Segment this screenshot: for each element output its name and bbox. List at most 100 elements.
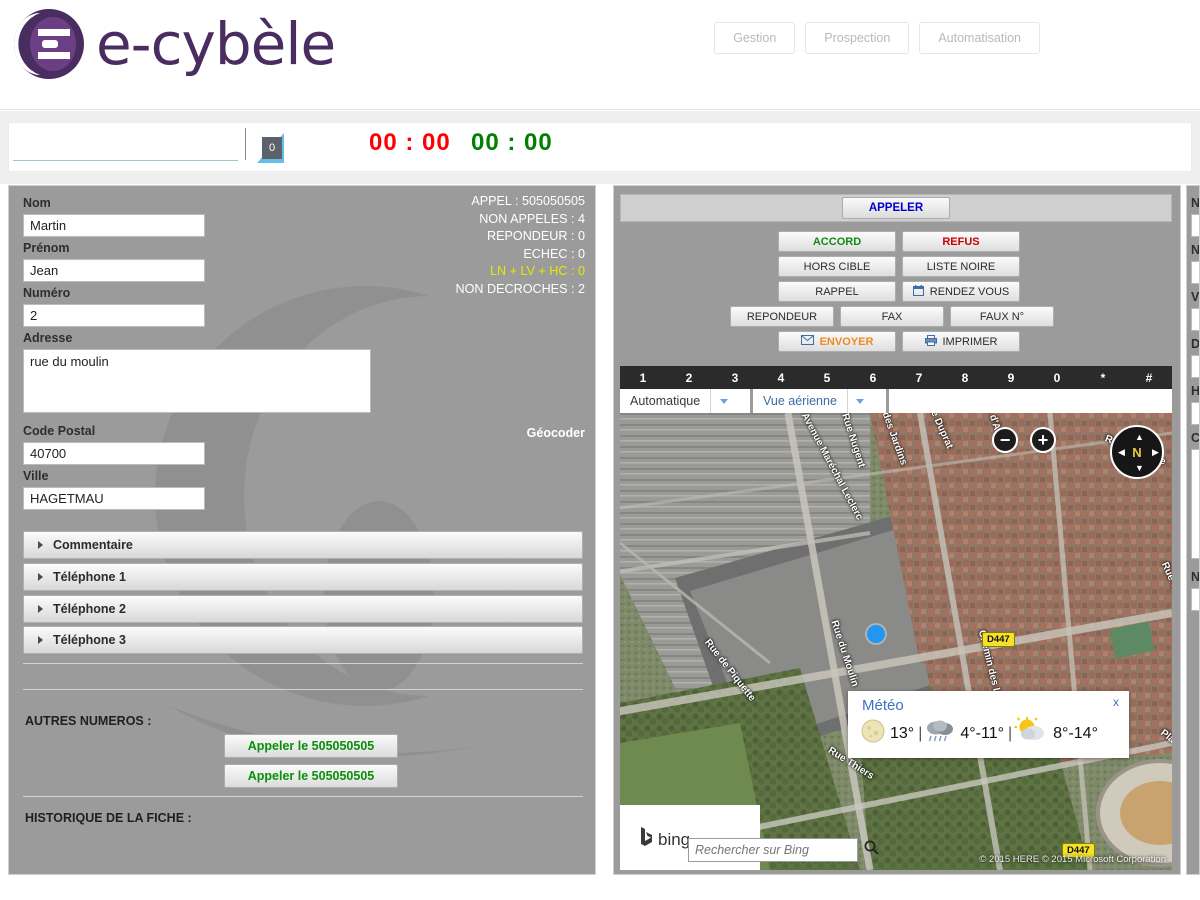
input-nom[interactable] [23, 214, 205, 237]
appeler-button[interactable]: APPELER [842, 197, 950, 219]
weather-separator: | [1008, 724, 1013, 742]
watermark-logo [129, 266, 549, 766]
road-shield: D447 [982, 632, 1015, 647]
far-input-3[interactable] [1191, 308, 1199, 331]
brand-name: e-cybèle [96, 10, 336, 78]
far-input-7[interactable] [1191, 588, 1199, 611]
dialpad-key-5[interactable]: 5 [804, 366, 850, 389]
divider [23, 796, 583, 797]
action-liste-noire[interactable]: LISTE NOIRE [902, 256, 1020, 277]
stat-line: NON DECROCHES : 2 [455, 281, 585, 296]
call-actions-panel: APPELER ACCORD REFUS HORS CIBLE LISTE NO… [613, 185, 1181, 875]
historique-title: HISTORIQUE DE LA FICHE : [25, 811, 192, 825]
dialpad: 1 2 3 4 5 6 7 8 9 0 * # [620, 366, 1172, 389]
chevron-down-icon [846, 389, 873, 413]
timer-green: 00 : 00 [471, 129, 553, 156]
action-refus[interactable]: REFUS [902, 231, 1020, 252]
bing-search-input[interactable] [689, 843, 864, 857]
compass-up-arrow-icon[interactable]: ▲ [1135, 432, 1144, 442]
dialpad-key-star[interactable]: * [1080, 366, 1126, 389]
bing-search-box[interactable] [688, 838, 879, 862]
dialpad-key-2[interactable]: 2 [666, 366, 712, 389]
action-accord[interactable]: ACCORD [778, 231, 896, 252]
chevron-right-icon [38, 541, 43, 549]
action-repondeur[interactable]: REPONDEUR [730, 306, 834, 327]
dialpad-key-1[interactable]: 1 [620, 366, 666, 389]
accordion-telephone-1[interactable]: Téléphone 1 [23, 563, 583, 591]
nav-automatisation[interactable]: Automatisation [919, 22, 1040, 54]
compass-left-arrow-icon[interactable]: ◀ [1118, 447, 1125, 458]
accordion-label: Téléphone 3 [53, 633, 126, 647]
weather-temp-now: 13° [890, 724, 915, 742]
action-hors-cible[interactable]: HORS CIBLE [778, 256, 896, 277]
accordion-telephone-3[interactable]: Téléphone 3 [23, 626, 583, 654]
select-filler [889, 389, 1172, 413]
call-number-button-2[interactable]: Appeler le 505050505 [224, 764, 398, 788]
input-adresse[interactable] [23, 349, 371, 413]
dialpad-key-4[interactable]: 4 [758, 366, 804, 389]
dialpad-key-8[interactable]: 8 [942, 366, 988, 389]
zoom-out-button[interactable]: − [992, 427, 1018, 453]
nav-prospection[interactable]: Prospection [805, 22, 910, 54]
bing-logo-icon [640, 827, 653, 852]
compass-right-arrow-icon[interactable]: ▶ [1152, 447, 1159, 458]
far-label-3: V [1191, 290, 1200, 304]
geocoder-link[interactable]: Géocoder [527, 426, 585, 440]
input-numero[interactable] [23, 304, 205, 327]
sun-cloud-icon [1014, 717, 1048, 750]
chevron-right-icon [38, 636, 43, 644]
input-prenom[interactable] [23, 259, 205, 282]
far-input-4[interactable] [1191, 355, 1199, 378]
action-faux-numero[interactable]: FAUX N° [950, 306, 1054, 327]
compass-control[interactable]: N ▲ ▼ ◀ ▶ [1110, 425, 1164, 479]
chevron-down-icon [710, 389, 736, 413]
call-number-button-1[interactable]: Appeler le 505050505 [224, 734, 398, 758]
search-input-underline [13, 131, 238, 161]
counter-gauge-icon[interactable]: 0 [257, 133, 284, 163]
far-label-1: N [1191, 196, 1200, 210]
location-marker[interactable] [867, 625, 885, 643]
accordion-commentaire[interactable]: Commentaire [23, 531, 583, 559]
far-input-1[interactable] [1191, 214, 1199, 237]
autres-numeros-title: AUTRES NUMEROS : [25, 714, 152, 728]
dialpad-key-7[interactable]: 7 [896, 366, 942, 389]
action-rendez-vous-label: RENDEZ VOUS [929, 285, 1010, 298]
calendar-icon [912, 284, 924, 299]
weather-entries: 13° | 4°-11° | 8°-14° [860, 717, 1098, 750]
dialpad-key-6[interactable]: 6 [850, 366, 896, 389]
search-input[interactable] [13, 131, 238, 157]
search-icon[interactable] [864, 840, 886, 860]
contact-form-panel: APPEL : 505050505 NON APPELES : 4 REPOND… [8, 185, 596, 875]
weather-popup: Météo x 13° | 4°-11° | 8°-14° [848, 691, 1129, 758]
dialpad-key-9[interactable]: 9 [988, 366, 1034, 389]
far-input-5[interactable] [1191, 402, 1199, 425]
dialpad-key-3[interactable]: 3 [712, 366, 758, 389]
nav-gestion[interactable]: Gestion [714, 22, 796, 54]
action-rendez-vous[interactable]: RENDEZ VOUS [902, 281, 1020, 302]
action-rappel[interactable]: RAPPEL [778, 281, 896, 302]
map-copyright: © 2015 HERE © 2015 Microsoft Corporation [979, 854, 1166, 865]
input-ville[interactable] [23, 487, 205, 510]
toolbar: 0 00 : 00 00 : 00 [0, 111, 1200, 184]
mode-select[interactable]: Automatique [620, 389, 750, 413]
dialpad-key-0[interactable]: 0 [1034, 366, 1080, 389]
accordion-telephone-2[interactable]: Téléphone 2 [23, 595, 583, 623]
input-code-postal[interactable] [23, 442, 205, 465]
label-code-postal: Code Postal [23, 424, 96, 438]
gauge-value: 0 [262, 137, 282, 159]
zoom-in-button[interactable]: + [1030, 427, 1056, 453]
view-select[interactable]: Vue aérienne [753, 389, 886, 413]
far-input-2[interactable] [1191, 261, 1199, 284]
divider [23, 689, 583, 690]
far-textarea[interactable] [1191, 449, 1199, 559]
action-envoyer[interactable]: ENVOYER [778, 331, 896, 352]
dialpad-key-hash[interactable]: # [1126, 366, 1172, 389]
chevron-right-icon [38, 573, 43, 581]
toolbar-inner: 0 00 : 00 00 : 00 [8, 122, 1192, 172]
map-view[interactable]: Avenue Maréchal Leclerc Rue Nugent Rue d… [620, 413, 1172, 870]
compass-down-arrow-icon[interactable]: ▼ [1135, 463, 1144, 473]
close-icon[interactable]: x [1113, 695, 1119, 709]
stat-line: APPEL : 505050505 [471, 194, 585, 208]
action-fax[interactable]: FAX [840, 306, 944, 327]
action-imprimer[interactable]: IMPRIMER [902, 331, 1020, 352]
